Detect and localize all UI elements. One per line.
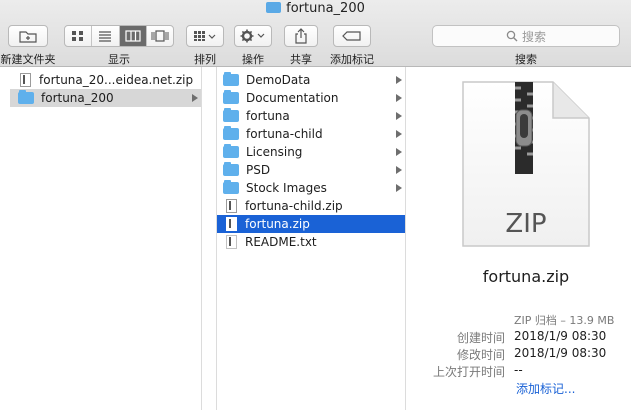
list-view-button[interactable]	[92, 26, 120, 46]
preview-icon-label: ZIP	[505, 209, 547, 239]
item-name: Licensing	[246, 145, 303, 159]
folder-icon	[223, 126, 239, 140]
list-item[interactable]: DemoData	[217, 71, 405, 89]
new-folder-button[interactable]	[8, 25, 48, 47]
new-folder-icon	[19, 31, 37, 43]
zip-file-icon	[20, 73, 31, 87]
text-file-icon	[226, 235, 237, 249]
chevron-right-icon	[192, 94, 198, 102]
list-item[interactable]: fortuna_200	[10, 89, 201, 107]
column-view-button[interactable]	[119, 26, 147, 46]
grid-icon	[72, 31, 84, 41]
chevron-right-icon	[396, 166, 402, 174]
list-item[interactable]: fortuna	[217, 107, 405, 125]
share-button[interactable]	[284, 25, 318, 47]
icon-view-button[interactable]	[65, 26, 93, 46]
preview-pane: ZIP fortuna.zip ZIP 归档 – 13.9 MB 创建时间 20…	[421, 67, 631, 410]
search-label: 搜索	[515, 53, 537, 66]
sort-button[interactable]	[186, 25, 224, 47]
zip-file-icon	[226, 199, 237, 213]
item-name: fortuna_20...eidea.net.zip	[39, 73, 194, 87]
folder-icon	[266, 2, 282, 13]
search-input[interactable]: 搜索	[432, 25, 620, 47]
column-2: DemoData Documentation fortuna fortuna-c…	[216, 67, 406, 410]
action-label: 操作	[242, 53, 264, 66]
item-name: fortuna_200	[41, 91, 114, 105]
modified-label: 修改时间	[456, 348, 505, 362]
chevron-right-icon	[396, 184, 402, 192]
folder-icon	[223, 72, 239, 86]
window-title: fortuna_200	[0, 1, 631, 16]
list-item[interactable]: README.txt	[217, 233, 405, 251]
item-name: fortuna.zip	[245, 217, 310, 231]
folder-icon	[223, 180, 239, 194]
cover-flow-icon	[151, 30, 169, 42]
chevron-right-icon	[396, 112, 402, 120]
list-item[interactable]: fortuna-child	[217, 125, 405, 143]
list-item[interactable]: Documentation	[217, 89, 405, 107]
item-name: PSD	[246, 163, 271, 177]
folder-icon	[223, 144, 239, 158]
chevron-right-icon	[396, 130, 402, 138]
sort-grid-icon	[194, 31, 216, 41]
list-icon	[99, 31, 112, 42]
item-name: DemoData	[246, 73, 311, 87]
chevron-right-icon	[396, 94, 402, 102]
new-folder-label: 新建文件夹	[0, 53, 56, 66]
toolbar: fortuna_200 新建文件夹 显示 排列 操作 共享 添加标记 搜索 搜索	[0, 0, 631, 67]
view-label: 显示	[108, 53, 130, 66]
item-name: Stock Images	[246, 181, 327, 195]
last-opened-label: 上次打开时间	[432, 365, 505, 379]
folder-icon	[223, 162, 239, 176]
gallery-view-button[interactable]	[147, 26, 173, 46]
chevron-right-icon	[396, 76, 402, 84]
add-tags-button[interactable]	[333, 25, 371, 47]
created-label: 创建时间	[456, 331, 505, 345]
created-value: 2018/1/9 08:30	[514, 329, 607, 343]
list-item[interactable]: Licensing	[217, 143, 405, 161]
list-item[interactable]: PSD	[217, 161, 405, 179]
action-button[interactable]	[234, 25, 272, 47]
sort-label: 排列	[194, 53, 216, 66]
search-placeholder: 搜索	[521, 29, 546, 44]
share-label: 共享	[290, 53, 312, 66]
list-item[interactable]: fortuna-child.zip	[217, 197, 405, 215]
chevron-right-icon	[396, 148, 402, 156]
list-item[interactable]: fortuna_20...eidea.net.zip	[10, 71, 201, 89]
item-name: README.txt	[245, 235, 317, 249]
list-item[interactable]: Stock Images	[217, 179, 405, 197]
folder-icon	[223, 108, 239, 122]
folder-icon	[223, 90, 239, 104]
item-name: fortuna	[246, 109, 290, 123]
item-name: Documentation	[246, 91, 339, 105]
last-opened-value: --	[514, 363, 523, 377]
item-name: fortuna-child	[246, 127, 323, 141]
columns-icon	[125, 30, 141, 42]
tags-label: 添加标记	[330, 53, 374, 66]
column-1: fortuna_20...eidea.net.zip fortuna_200	[10, 67, 202, 410]
folder-icon	[18, 90, 34, 104]
share-icon	[295, 28, 307, 44]
search-icon	[506, 30, 518, 42]
item-name: fortuna-child.zip	[245, 199, 343, 213]
list-item[interactable]: fortuna.zip	[217, 215, 405, 233]
preview-filename: fortuna.zip	[482, 267, 570, 286]
gear-icon	[240, 29, 265, 43]
add-tags-link[interactable]: 添加标记...	[516, 380, 575, 397]
window-title-text: fortuna_200	[286, 1, 365, 16]
zip-file-icon	[226, 217, 237, 231]
modified-value: 2018/1/9 08:30	[514, 346, 607, 360]
view-mode-control[interactable]	[64, 25, 174, 47]
kind-size: ZIP 归档 – 13.9 MB	[514, 314, 615, 327]
tag-icon	[342, 31, 361, 41]
